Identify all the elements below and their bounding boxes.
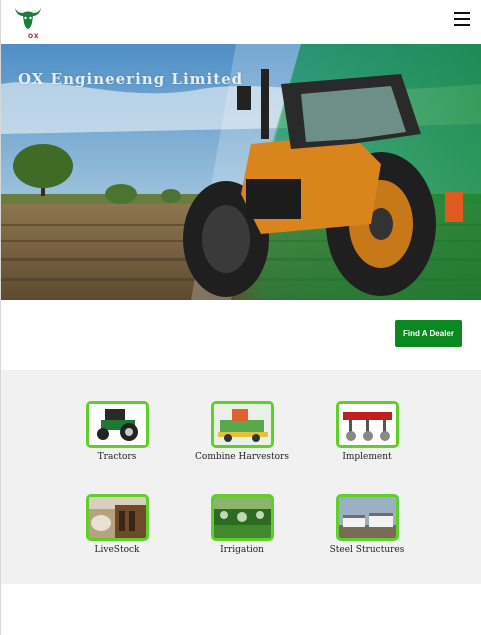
top-navbar: OX bbox=[1, 0, 481, 44]
category-label: Combine Harvestors bbox=[195, 452, 289, 462]
hero-title: OX Engineering Limited bbox=[18, 70, 244, 88]
category-label: Irrigation bbox=[220, 545, 264, 555]
logo-text: OX bbox=[28, 33, 40, 40]
find-dealer-button[interactable]: Find A Dealer bbox=[395, 320, 462, 347]
hero-banner: OX Engineering Limited bbox=[1, 44, 481, 300]
category-label: Implement bbox=[342, 452, 392, 462]
ox-head-logo-icon bbox=[15, 8, 41, 29]
implement-image bbox=[335, 401, 399, 448]
category-label: Steel Structures bbox=[329, 545, 405, 555]
irrigation-image bbox=[210, 494, 274, 541]
category-tractors[interactable]: Tractors bbox=[57, 401, 177, 462]
category-label: LiveStock bbox=[94, 545, 140, 555]
category-combine-harvestors[interactable]: Combine Harvestors bbox=[182, 401, 302, 462]
category-implement[interactable]: Implement bbox=[307, 401, 427, 462]
hamburger-menu-icon[interactable] bbox=[451, 10, 473, 28]
category-irrigation[interactable]: Irrigation bbox=[182, 494, 302, 555]
category-livestock[interactable]: LiveStock bbox=[57, 494, 177, 555]
category-label: Tractors bbox=[97, 452, 137, 462]
livestock-image bbox=[85, 494, 149, 541]
combine-harvester-image bbox=[210, 401, 274, 448]
product-categories: Tractors Combine Harvestors Implement Li… bbox=[1, 370, 481, 584]
tractor-image bbox=[85, 401, 149, 448]
steel-structures-image bbox=[335, 494, 399, 541]
ox-logo[interactable]: OX bbox=[13, 5, 43, 40]
category-steel-structures[interactable]: Steel Structures bbox=[307, 494, 427, 555]
